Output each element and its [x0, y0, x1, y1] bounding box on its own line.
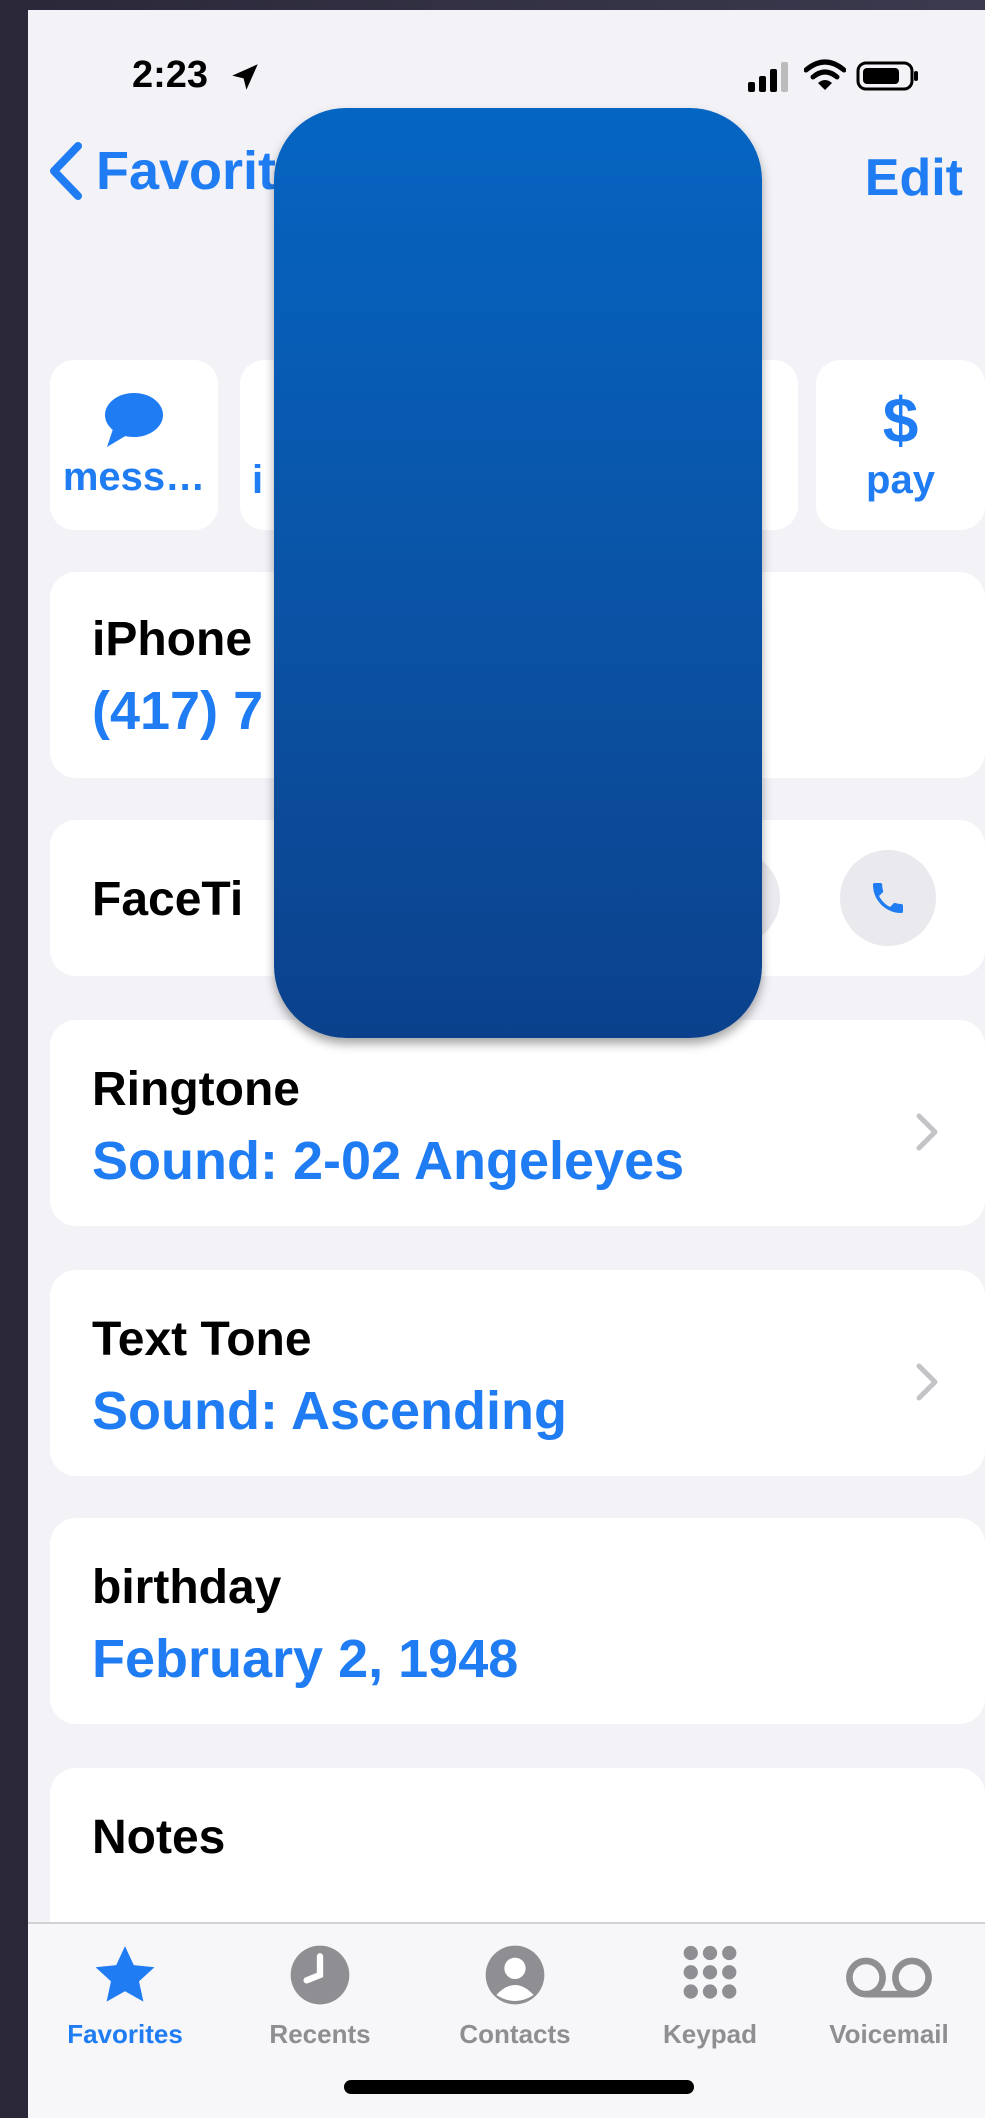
text-tone-value: Sound: Ascending — [92, 1381, 567, 1441]
call-action-label: i — [252, 457, 264, 502]
star-icon — [95, 1946, 155, 2002]
wifi-icon — [804, 59, 846, 90]
birthday-value: February 2, 1948 — [92, 1629, 519, 1689]
message-action-label: mess… — [62, 454, 206, 499]
text-tone-row[interactable]: Text Tone Sound: Ascending — [50, 1270, 985, 1476]
dollar-icon: $ — [882, 383, 919, 456]
chevron-right-icon — [916, 1113, 938, 1151]
chevron-left-icon — [50, 142, 82, 200]
message-action-button[interactable]: mess… — [50, 360, 218, 530]
ringtone-value: Sound: 2-02 Angeleyes — [92, 1131, 685, 1191]
person-icon — [485, 1945, 545, 2005]
phone-icon — [873, 883, 903, 913]
back-label: Favorit — [96, 141, 277, 201]
text-tone-label: Text Tone — [92, 1313, 312, 1366]
pay-action-button[interactable]: $ pay — [816, 360, 985, 530]
birthday-label: birthday — [92, 1561, 282, 1614]
facetime-audio-button[interactable] — [840, 850, 936, 946]
edit-button[interactable]: Edit — [865, 148, 963, 208]
tab-keypad-label: Keypad — [663, 2019, 757, 2049]
birthday-card: birthday February 2, 1948 — [50, 1518, 985, 1724]
tab-voicemail-label: Voicemail — [829, 2019, 949, 2049]
keypad-icon — [683, 1945, 737, 1999]
pay-action-label: pay — [866, 457, 935, 502]
location-arrow-icon — [232, 64, 258, 90]
back-button[interactable]: Favorit — [48, 140, 276, 202]
ringtone-label: Ringtone — [92, 1063, 300, 1116]
phone-number[interactable]: (417) 7 — [92, 680, 263, 742]
facetime-label: FaceTi — [92, 873, 244, 926]
tab-keypad[interactable]: Keypad — [625, 1942, 795, 2050]
phone-screen: 2:23 Favorit Edit mess… i $ pay iPhone (… — [28, 10, 985, 2118]
clock-icon — [290, 1945, 350, 2005]
tab-favorites[interactable]: Favorites — [40, 1942, 210, 2050]
tab-favorites-label: Favorites — [67, 2019, 183, 2049]
chevron-right-icon — [916, 1363, 938, 1401]
redaction-overlay — [274, 108, 762, 1038]
home-indicator[interactable] — [344, 2080, 694, 2094]
battery-icon — [856, 61, 918, 91]
tab-voicemail[interactable]: Voicemail — [804, 1942, 974, 2050]
status-time: 2:23 — [132, 54, 209, 96]
ringtone-row[interactable]: Ringtone Sound: 2-02 Angeleyes — [50, 1020, 985, 1226]
tab-recents-label: Recents — [269, 2019, 371, 2049]
tab-contacts-label: Contacts — [459, 2019, 571, 2049]
phone-label: iPhone — [92, 613, 253, 666]
cellular-signal-icon — [748, 62, 788, 92]
voicemail-icon — [846, 1957, 932, 1998]
notes-label: Notes — [92, 1811, 226, 1864]
message-icon — [105, 392, 163, 447]
tab-recents[interactable]: Recents — [235, 1942, 405, 2050]
tab-contacts[interactable]: Contacts — [430, 1942, 600, 2050]
